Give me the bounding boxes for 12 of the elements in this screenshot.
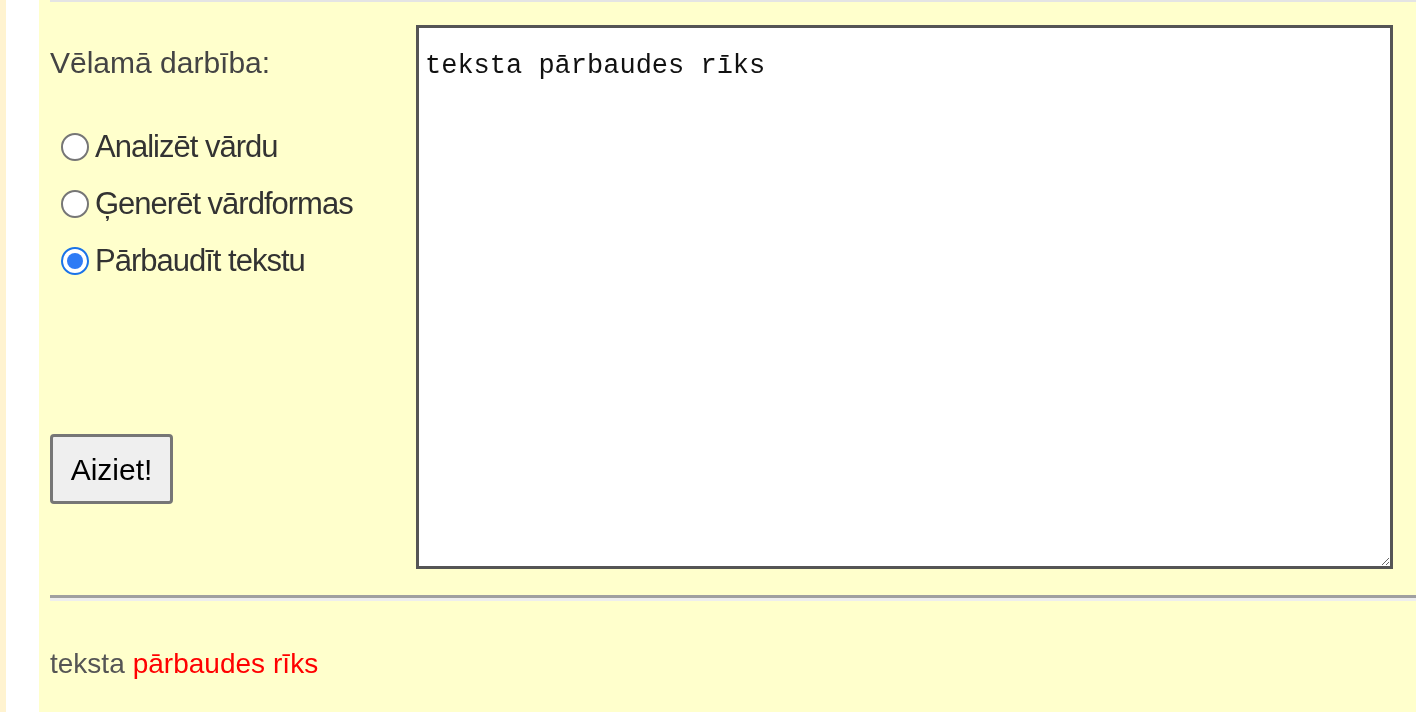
misspelled-word: rīks — [273, 647, 319, 681]
misspelled-word: pārbaudes — [132, 647, 266, 681]
submit-button[interactable]: Aiziet! — [50, 434, 173, 504]
option-label[interactable]: Ģenerēt vārdformas — [95, 188, 353, 219]
radio-button[interactable] — [61, 132, 89, 161]
action-label: Vēlamā darbība: — [50, 45, 272, 81]
option-label[interactable]: Analizēt vārdu — [95, 131, 278, 162]
radio-button[interactable] — [61, 189, 89, 218]
radio-button[interactable] — [61, 246, 89, 275]
result-word: teksta — [50, 647, 125, 681]
option-label[interactable]: Pārbaudīt tekstu — [95, 245, 305, 276]
text-input-field[interactable]: teksta pārbaudes rīks — [416, 25, 1393, 569]
